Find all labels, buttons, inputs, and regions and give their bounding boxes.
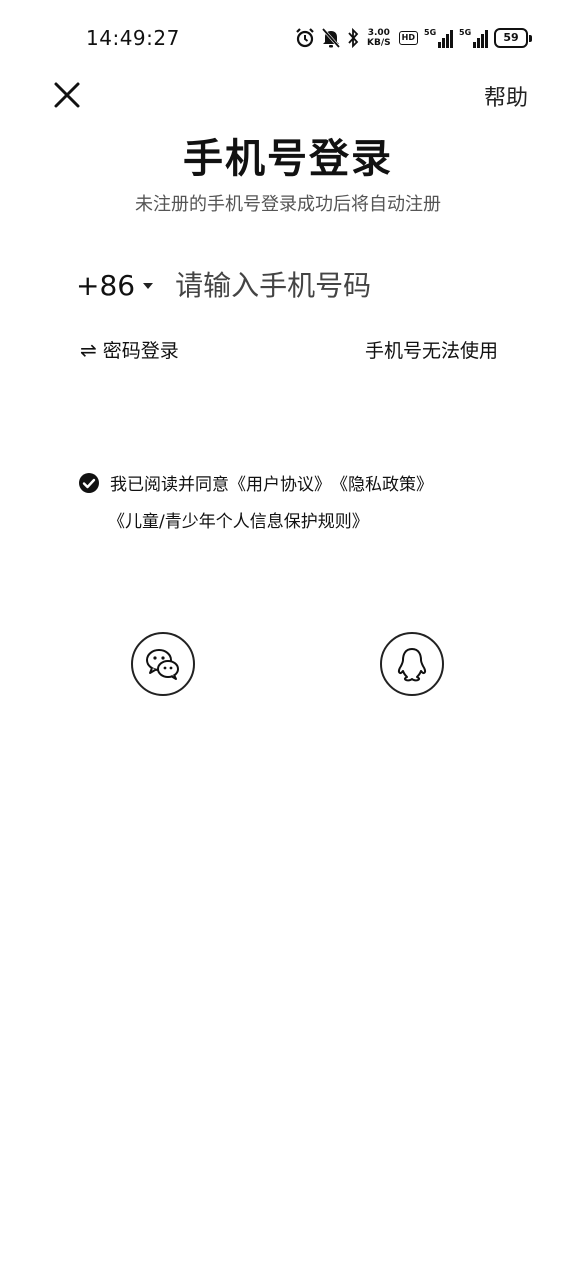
network-speed-unit: KB/S [367,38,391,48]
page-title: 手机号登录 [183,136,393,182]
password-login-label: 密码登录 [102,340,179,362]
close-button[interactable] [48,76,86,114]
swap-icon: ⇌ [80,337,97,362]
network-speed: 3.00 KB/S [367,28,391,48]
sim2-network-label: 5G [459,28,472,37]
phone-unavailable-link[interactable]: 手机号无法使用 [365,336,498,363]
wechat-login-button[interactable] [131,632,195,696]
phone-input-row: +86 [76,262,516,308]
bluetooth-icon [348,27,359,49]
privacy-policy-link[interactable]: 《隐私政策》 [331,470,433,495]
qq-login-button[interactable] [380,632,444,696]
status-time: 14:49:27 [86,26,180,50]
signal-sim1-icon: 5G [424,28,453,48]
hd-badge: HD [398,31,418,45]
wechat-icon [146,649,179,680]
help-link[interactable]: 帮助 [484,80,528,112]
agreement-prefix: 我已阅读并同意 [110,475,229,495]
qq-icon [397,648,427,682]
network-speed-value: 3.00 [367,28,390,38]
status-bar: 14:49:27 3.00 KB/S HD 5G 5G 59 [0,0,576,76]
country-code-selector[interactable]: +86 [76,268,154,302]
country-code-label: +86 [76,268,136,302]
alarm-icon [296,28,314,48]
phone-number-input[interactable] [175,268,496,302]
page-subtitle: 未注册的手机号登录成功后将自动注册 [135,194,441,215]
close-icon [54,82,80,108]
battery-level: 59 [494,28,528,48]
chevron-down-icon [143,283,154,289]
user-agreement-link[interactable]: 《用户协议》 [229,470,331,495]
agreement-checkbox-icon[interactable] [78,472,100,494]
password-login-link[interactable]: ⇌ 密码登录 [80,336,179,363]
child-policy-link[interactable]: 《儿童/青少年个人信息保护规则》 [108,512,369,532]
status-icons: 3.00 KB/S HD 5G 5G 59 [295,24,532,52]
sim1-network-label: 5G [424,28,437,37]
signal-sim2-icon: 5G [459,28,488,48]
agreement-section: 我已阅读并同意 《用户协议》 《隐私政策》 《儿童/青少年个人信息保护规则》 [78,470,518,532]
battery-icon: 59 [494,28,532,48]
mute-icon [321,28,341,48]
